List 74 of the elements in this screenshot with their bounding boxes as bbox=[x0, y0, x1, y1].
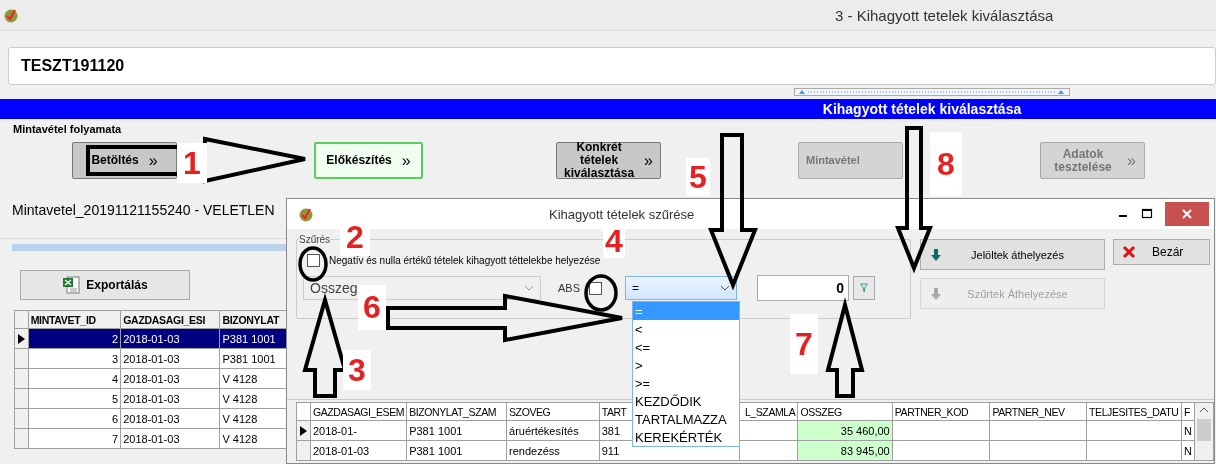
row-pointer-icon bbox=[299, 425, 307, 436]
dropdown-option[interactable]: KEZDŐDIK bbox=[633, 392, 739, 410]
abs-label: ABS bbox=[558, 282, 580, 294]
table-cell: 5 bbox=[28, 388, 121, 409]
table-cell: 2018-01-03 bbox=[120, 348, 220, 369]
step-number: 3 bbox=[343, 350, 371, 390]
value-field[interactable]: 0 bbox=[757, 275, 849, 301]
table-cell bbox=[739, 420, 798, 441]
column-header[interactable]: OSSZEG bbox=[797, 402, 893, 421]
step-number: 8 bbox=[930, 132, 962, 196]
table-cell: 2018-01-03 bbox=[120, 368, 220, 389]
dropdown-option[interactable]: < bbox=[633, 320, 739, 338]
sample-name: Mintavetel_20191121155240 - VELETLEN bbox=[12, 202, 275, 218]
step-number: 6 bbox=[358, 285, 386, 330]
column-header[interactable]: L_SZAMLA bbox=[739, 402, 798, 421]
column-header[interactable]: MINTAVET_ID bbox=[28, 310, 121, 329]
checkbox[interactable] bbox=[589, 281, 602, 295]
table-cell: 2018-01- bbox=[310, 420, 407, 441]
column-header[interactable]: SZOVEG bbox=[506, 402, 600, 421]
step-button[interactable]: Előkészítés » bbox=[314, 142, 423, 179]
column-header[interactable]: GAZDASAGI_ESEM bbox=[310, 402, 407, 421]
dropdown-option[interactable]: TARTALMAZZA bbox=[633, 410, 739, 428]
column-header[interactable]: GAZDASAGI_ESI bbox=[120, 310, 220, 329]
table-cell: 6 bbox=[28, 408, 121, 429]
scrollbar-thumb[interactable] bbox=[1197, 419, 1211, 441]
dropdown-option[interactable]: > bbox=[633, 356, 739, 374]
dropdown-option[interactable]: <= bbox=[633, 338, 739, 356]
project-field[interactable]: TESZT191120 bbox=[8, 47, 1216, 85]
splitter-grip[interactable] bbox=[794, 88, 1070, 96]
scroll-up-icon[interactable] bbox=[1199, 407, 1209, 413]
group-label: Mintavétel folyamata bbox=[13, 123, 122, 135]
scrollbar[interactable] bbox=[1194, 402, 1214, 461]
table-cell: rendezéss bbox=[506, 440, 600, 461]
column-header[interactable]: PARTNER_NEV bbox=[989, 402, 1087, 421]
table-cell: 3 bbox=[28, 348, 121, 369]
highlight-circle bbox=[584, 274, 618, 312]
table-cell: 2018-01-03 bbox=[120, 388, 220, 409]
column-header[interactable]: PARTNER_KOD bbox=[892, 402, 990, 421]
arrow-down-icon bbox=[931, 287, 941, 300]
checkbox[interactable] bbox=[307, 254, 320, 267]
table-cell: áruértékesítés bbox=[506, 420, 600, 441]
column-header[interactable]: TELJESITES_DATU bbox=[1086, 402, 1182, 421]
step-number: 5 bbox=[686, 158, 710, 196]
highlight-circle bbox=[298, 246, 328, 282]
chevron-down-icon bbox=[720, 285, 730, 291]
table-cell: P381 1001 bbox=[406, 440, 507, 461]
step-number: 7 bbox=[790, 314, 818, 374]
row-pointer-icon bbox=[17, 333, 25, 344]
group-legend: Szűrés bbox=[299, 234, 331, 245]
arrow-down-icon bbox=[931, 248, 941, 261]
window-title: 3 - Kihagyott tetelek kiválasztása bbox=[835, 6, 1054, 24]
spreadsheet-icon bbox=[62, 276, 81, 294]
column-header[interactable]: BIZONYLAT_SZAM bbox=[406, 402, 507, 421]
move-button[interactable]: Jelöltek áthelyezés bbox=[920, 239, 1105, 270]
chevron-down-icon bbox=[524, 285, 534, 291]
dropdown-option[interactable]: >= bbox=[633, 374, 739, 392]
dialog-title: Kihagyott tételek szűrése bbox=[549, 206, 696, 222]
table-cell bbox=[739, 440, 798, 461]
close-button[interactable] bbox=[1165, 202, 1209, 226]
step-number: 1 bbox=[177, 143, 207, 183]
close-dialog-button[interactable]: Bezár bbox=[1113, 239, 1210, 265]
table-cell: 4 bbox=[28, 368, 121, 389]
app-icon bbox=[299, 206, 313, 222]
checkbox-label: Negatív és nulla értékű tételek kihagyott téttelekbe helyezése bbox=[329, 255, 601, 266]
table-cell: 7 bbox=[28, 428, 121, 449]
table-cell: P381 1001 bbox=[406, 420, 507, 441]
table-cell: 2018-01-03 bbox=[120, 408, 220, 429]
app-icon bbox=[4, 7, 18, 23]
section-banner: Kihagyott tételek kiválasztása bbox=[0, 99, 1216, 119]
table-cell: 2018-01-03 bbox=[310, 440, 407, 461]
table-cell: 2018-01-03 bbox=[120, 428, 220, 449]
operator-combo[interactable]: = bbox=[625, 276, 737, 300]
export-button[interactable]: Exportálás bbox=[20, 270, 190, 300]
close-icon bbox=[1122, 245, 1136, 259]
